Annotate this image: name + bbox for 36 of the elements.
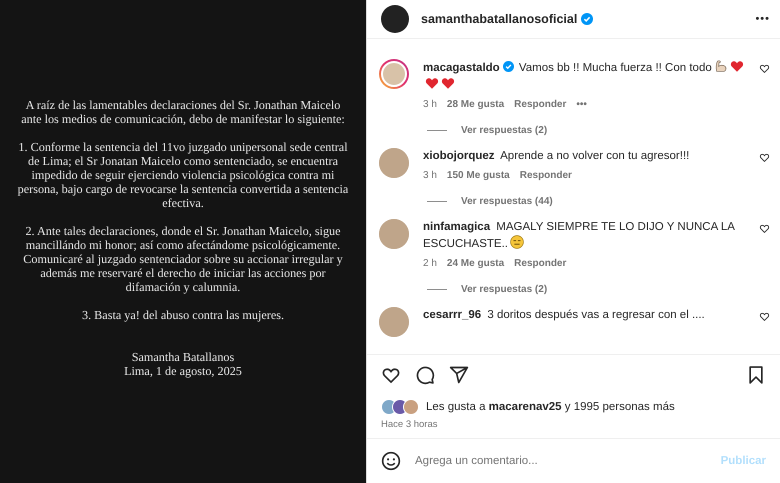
- send-plane-icon[interactable]: [449, 365, 469, 385]
- reply-link[interactable]: Responder: [514, 258, 566, 269]
- comment-time: 3 h: [423, 170, 437, 181]
- signature-line: Lima, 1 de agosto, 2025: [123, 364, 243, 378]
- statement-paragraph: 3. Basta ya! del abuso contra las mujeres.: [80, 308, 286, 322]
- username[interactable]: samanthabatallanosoficial: [421, 12, 578, 26]
- statement-paragraph: 1. Conforme la sentencia del 11vo juzgado unipersonal sede central de Lima; el Sr Jonatan Maicelo como sentenciado, se encuentra impedido de seguir ejerciendo violencia psicológica contra mi persona, bajo cargo de revocarse la sentencia convertida a sentencia efectiva.: [16, 140, 350, 210]
- emoji-smiley-icon[interactable]: [381, 451, 401, 471]
- more-options-button[interactable]: •••: [576, 99, 587, 110]
- reply-link[interactable]: Responder: [514, 99, 566, 110]
- view-replies-link[interactable]: Ver respuestas (2): [461, 284, 548, 295]
- like-heart-icon[interactable]: [759, 152, 770, 163]
- comment-time: 2 h: [423, 258, 437, 269]
- like-heart-icon[interactable]: [759, 63, 770, 74]
- comment-text: cesarrr_96 3 doritos después vas a regresar con el ....: [423, 308, 706, 323]
- post-time: Hace 3 horas: [367, 415, 780, 439]
- liker-avatars-icon: [381, 399, 419, 415]
- comment-text: xiobojorquez Aprende a no volver con tu agresor!!!: [423, 149, 690, 164]
- like-heart-icon[interactable]: [759, 311, 770, 322]
- like-heart-icon[interactable]: [759, 223, 770, 234]
- likes-count[interactable]: 150 Me gusta: [446, 170, 510, 181]
- comment-time: 3 h: [423, 99, 437, 110]
- more-options-button[interactable]: •••: [755, 13, 770, 25]
- comment-text: macagastaldo Vamos bb !! Mucha fuerza !! Con todo: [423, 59, 759, 93]
- statement-paragraph: A raíz de las lamentables declaraciones del Sr. Jonathan Maicelo ante los medios de comunicación, debo de manifestar lo siguiente:: [20, 98, 346, 126]
- signature-line: Samantha Batallanos: [130, 350, 236, 364]
- view-replies-link[interactable]: Ver respuestas (44): [461, 196, 553, 207]
- likes-summary[interactable]: Les gusta a macarenav25 y 1995 personas más: [426, 401, 675, 413]
- statement-paragraph: 2. Ante tales declaraciones, donde el Sr. Jonathan Maicelo, sigue mancillándo mi honor; así como afectándome psicológicamente. Comunicaré al juzgado sentenciador sobre su accionar irregular y además me reservaré el derecho de iniciar las acciones por difamación y calumnia.: [22, 224, 344, 294]
- likes-count[interactable]: 28 Me gusta: [446, 99, 504, 110]
- likes-count[interactable]: 24 Me gusta: [446, 258, 504, 269]
- comment-text: ninfamagica MAGALY SIEMPRE TE LO DIJO Y NUNCA LA ESCUCHASTE..: [423, 220, 736, 252]
- reply-link[interactable]: Responder: [520, 170, 572, 181]
- comment-bubble-icon[interactable]: [415, 365, 435, 385]
- avatar-icon[interactable]: [381, 5, 409, 33]
- view-replies-link[interactable]: Ver respuestas (2): [461, 125, 548, 136]
